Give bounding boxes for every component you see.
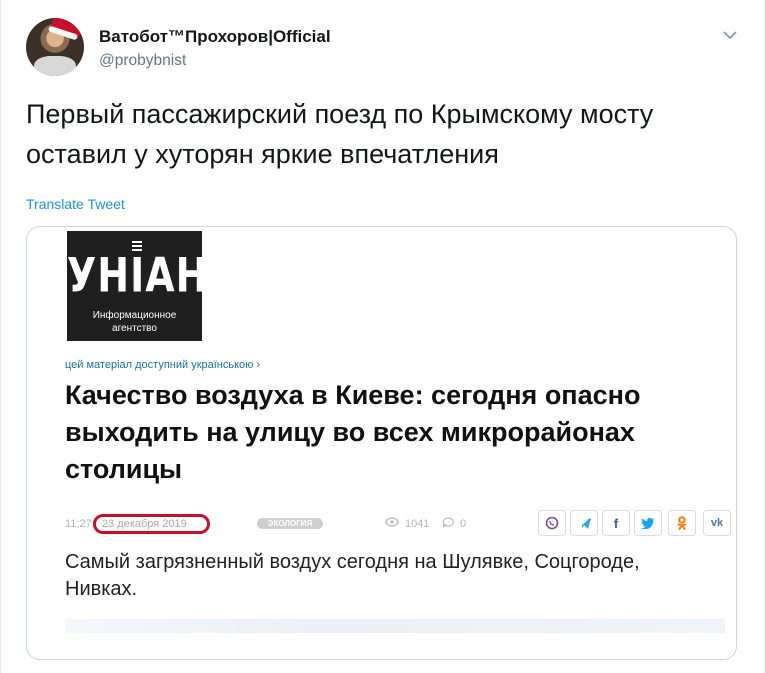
- article-headline[interactable]: Качество воздуха в Киеве: сегодня опасно…: [65, 377, 685, 488]
- telegram-share-button[interactable]: [570, 510, 598, 536]
- translate-tweet-link[interactable]: Translate Tweet: [26, 196, 125, 212]
- viber-icon: [545, 516, 559, 530]
- faded-content-strip: [65, 619, 725, 633]
- article-date-highlighted: 23 декабря 2019: [93, 514, 210, 534]
- telegram-icon: [577, 517, 591, 529]
- vk-share-button[interactable]: vk: [703, 510, 731, 536]
- link-preview-card[interactable]: УНІАН Информационное агентство цей матер…: [26, 226, 737, 660]
- logo-subtitle: Информационное агентство: [67, 309, 202, 335]
- eye-icon: [385, 517, 399, 530]
- logo-subtitle-line1: Информационное: [92, 310, 177, 321]
- tweet-text: Первый пассажирский поезд по Крымскому м…: [26, 99, 654, 169]
- logo-subtitle-line2: агентство: [112, 323, 157, 334]
- odnoklassniki-icon: [677, 515, 687, 530]
- user-avatar[interactable]: [26, 18, 84, 76]
- tweet-container: Ватобот™Прохоров|Official @probybnist Пе…: [0, 0, 765, 673]
- user-handle[interactable]: @probybnist: [99, 52, 186, 70]
- article-time: 11:27: [65, 518, 92, 530]
- logo-wordmark: УНІАН: [67, 247, 209, 303]
- article-meta: 11:27 23 декабря 2019 ЭКОЛОГИЯ 1041 0 f: [65, 510, 731, 536]
- twitter-icon: [641, 517, 654, 529]
- twitter-share-button[interactable]: [634, 510, 662, 536]
- chevron-down-icon[interactable]: [719, 24, 741, 46]
- avatar-shirt: [34, 56, 76, 76]
- category-tag[interactable]: ЭКОЛОГИЯ: [257, 518, 323, 529]
- article-summary: Самый загрязненный воздух сегодня на Шул…: [65, 551, 640, 600]
- comment-count: 0: [460, 518, 467, 530]
- unian-logo: УНІАН Информационное агентство: [67, 231, 209, 341]
- user-display-name[interactable]: Ватобот™Прохоров|Official: [99, 27, 331, 47]
- facebook-share-button[interactable]: f: [602, 510, 630, 536]
- viber-share-button[interactable]: [538, 510, 566, 536]
- comment-icon: [442, 517, 454, 531]
- odnoklassniki-share-button[interactable]: [668, 510, 696, 536]
- ukrainian-version-link[interactable]: цей матеріал доступний українською ›: [65, 359, 260, 371]
- view-count: 1041: [405, 518, 430, 530]
